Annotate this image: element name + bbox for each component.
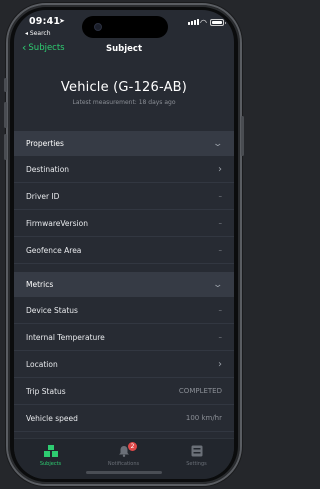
home-indicator[interactable] <box>86 471 162 474</box>
row-value: 100 km/hr <box>185 414 222 422</box>
section-title: Properties <box>26 139 64 148</box>
battery-icon <box>210 19 226 26</box>
row-value: – <box>218 306 223 314</box>
nav-bar: ‹ Subjects Subject <box>14 40 234 60</box>
row-value: – <box>218 246 223 254</box>
property-row-geofence-area: Geofence Area – <box>14 237 234 264</box>
nav-title: Subject <box>105 44 143 54</box>
row-label: Internal Temperature <box>26 332 105 342</box>
power-button <box>241 116 244 156</box>
dynamic-island <box>82 16 168 38</box>
row-label: Driver ID <box>26 191 60 201</box>
tab-label: Notifications <box>107 461 140 467</box>
chevron-right-icon: › <box>218 358 222 370</box>
back-to-search-link[interactable]: ◂ Search <box>25 30 51 37</box>
section-metrics[interactable]: Metrics ⌄ <box>14 272 234 297</box>
metric-row-vehicle-speed: Vehicle speed 100 km/hr <box>14 405 234 432</box>
row-label: Trip Status <box>26 386 66 396</box>
metric-row-location[interactable]: Location › <box>14 351 234 378</box>
cellular-signal-icon <box>188 19 199 25</box>
metric-row-device-status: Device Status – <box>14 297 234 324</box>
silent-switch <box>4 78 7 92</box>
property-row-driver-id: Driver ID – <box>14 183 234 210</box>
volume-up-button <box>4 102 7 128</box>
row-label: Location <box>26 359 58 369</box>
chevron-down-icon: ⌄ <box>212 279 224 290</box>
section-properties[interactable]: Properties ⌄ <box>14 131 234 156</box>
location-arrow-icon: ➤ <box>59 17 65 25</box>
property-row-destination[interactable]: Destination › <box>14 156 234 183</box>
subjects-icon <box>43 445 58 457</box>
subject-detail-list: Properties ⌄ Destination › Driver ID – F… <box>14 131 234 432</box>
metric-row-internal-temperature: Internal Temperature – <box>14 324 234 351</box>
tab-notifications[interactable]: 2 Notifications <box>87 442 160 467</box>
wifi-icon: ◠ <box>200 18 207 27</box>
status-time: 09:41 <box>29 16 61 27</box>
row-label: Device Status <box>26 305 78 315</box>
subject-header: Vehicle (G-126-AB) Latest measurement: 1… <box>14 80 234 106</box>
row-value: – <box>218 192 223 200</box>
row-label: FirmwareVersion <box>26 218 88 228</box>
settings-icon <box>191 445 202 457</box>
phone-screen: 09:41 ➤ ◠ ◂ Search ‹ Subjects Subject Ve… <box>14 10 234 479</box>
tab-label: Settings <box>186 461 207 467</box>
metric-row-trip-status: Trip Status COMPLETED <box>14 378 234 405</box>
tab-label: Subjects <box>39 461 62 467</box>
row-label: Vehicle speed <box>26 413 78 423</box>
property-row-firmware-version: FirmwareVersion – <box>14 210 234 237</box>
volume-down-button <box>4 134 7 160</box>
tab-settings[interactable]: Settings <box>160 445 233 467</box>
status-bar: 09:41 ➤ ◠ <box>14 10 234 38</box>
camera-icon <box>94 23 102 31</box>
section-title: Metrics <box>26 280 54 289</box>
latest-measurement: Latest measurement: 18 days ago <box>72 99 176 106</box>
subject-name: Vehicle (G-126-AB) <box>60 80 188 95</box>
row-label: Geofence Area <box>26 245 82 255</box>
notification-badge: 2 <box>128 442 137 451</box>
row-value: – <box>218 333 223 341</box>
row-value: – <box>218 219 223 227</box>
tab-subjects[interactable]: Subjects <box>14 445 87 467</box>
chevron-right-icon: › <box>218 163 222 175</box>
row-label: Destination <box>26 164 70 174</box>
chevron-down-icon: ⌄ <box>212 138 224 149</box>
row-value: COMPLETED <box>178 387 222 395</box>
